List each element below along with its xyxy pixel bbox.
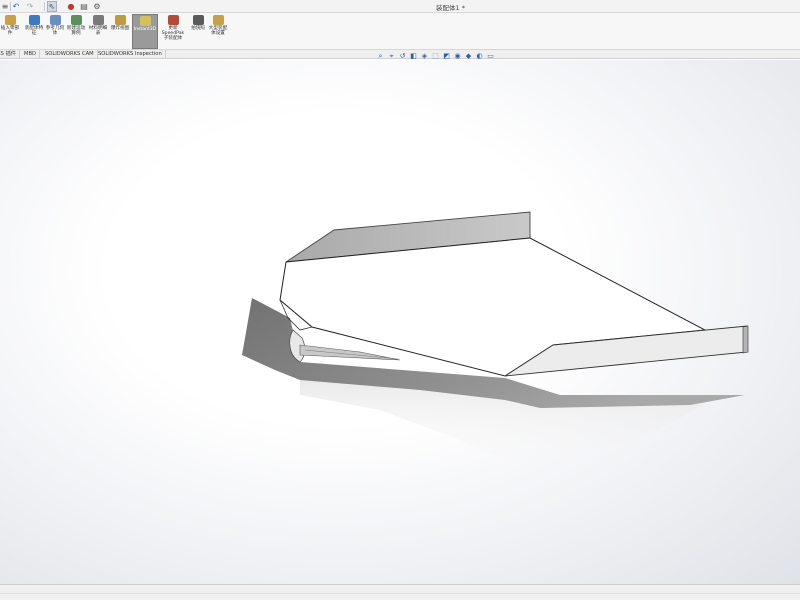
tab-plugins[interactable]: SOLIDWORKS 插件 (0, 50, 20, 59)
status-divider (0, 593, 800, 594)
bill-of-materials-button[interactable]: 材料明细表 (88, 14, 108, 49)
apply-scene-icon[interactable]: ◐ (475, 52, 484, 61)
view-settings-icon[interactable]: ▭ (486, 52, 495, 61)
instant3d-button[interactable]: Instant3D (132, 14, 158, 49)
heads-up-view-toolbar: ⌕ ⌖ ↺ ◧ ◈ ⬚ ◩ ◉ ◆ ◐ ▭ (376, 52, 495, 62)
graphics-area[interactable] (0, 60, 800, 584)
previous-view-icon[interactable]: ↺ (398, 52, 407, 61)
document-title: 装配体1 * (436, 4, 465, 12)
view-orientation-icon[interactable]: ⬚ (431, 52, 440, 61)
section-view-icon[interactable]: ◧ (409, 52, 418, 61)
motion-study-icon (70, 15, 82, 25)
large-assembly-button[interactable]: 大型装配体设置 (208, 14, 228, 49)
insert-components-button[interactable]: 插入零部件 (0, 14, 20, 49)
exploded-view-button[interactable]: 爆炸视图 (110, 14, 130, 49)
mate-icon (28, 15, 40, 25)
tab-mbd[interactable]: MBD (21, 50, 41, 59)
edit-appearance-icon[interactable]: ◆ (464, 52, 473, 61)
toolbar-divider (10, 2, 11, 11)
status-bar (0, 584, 800, 600)
exploded-view-icon (114, 15, 126, 25)
dynamic-annotation-icon[interactable]: ◈ (420, 52, 429, 61)
instant3d-icon (139, 16, 151, 26)
undo-icon[interactable]: ↶ (12, 1, 20, 12)
tab-inspection[interactable]: SOLIDWORKS Inspection (95, 50, 166, 59)
new-motion-study-button[interactable]: 新建运动算例 (66, 14, 86, 49)
toolbar-divider (44, 2, 45, 11)
rebuild-icon[interactable]: ● (67, 1, 75, 12)
take-snapshot-button[interactable]: 拍快照 (188, 14, 208, 49)
reference-geometry-button[interactable]: 参考几何体 (45, 14, 65, 49)
right-wall-edge (742, 325, 749, 354)
hide-show-icon[interactable]: ◉ (453, 52, 462, 61)
command-manager: 插入零部件 装配体特征 参考几何体 新建运动算例 材料明细表 爆炸视图 Inst… (0, 13, 800, 50)
bom-icon (92, 15, 104, 25)
snapshot-icon (192, 15, 204, 25)
settings-icon[interactable]: ⚙ (93, 1, 101, 12)
speedpak-icon (167, 15, 179, 25)
display-style-icon[interactable]: ◩ (442, 52, 451, 61)
update-speedpak-button[interactable]: 更新 SpeedPak 子装配体 (161, 14, 185, 49)
tab-cam[interactable]: SOLIDWORKS CAM (42, 50, 98, 59)
zoom-to-fit-icon[interactable]: ⌕ (376, 52, 385, 61)
redo-icon[interactable]: ↷ (26, 1, 34, 12)
mate-button[interactable]: 装配体特征 (24, 14, 44, 49)
title-bar: ≡ ↶ ↷ ⇖ ● ▤ ⚙ 装配体1 * (0, 0, 800, 13)
reference-geometry-icon (49, 15, 61, 25)
large-assembly-icon (212, 15, 224, 25)
zoom-to-area-icon[interactable]: ⌖ (387, 52, 396, 61)
options-icon[interactable]: ≡ (1, 1, 9, 12)
select-icon[interactable]: ⇖ (47, 1, 57, 12)
model-view (242, 211, 749, 470)
file-properties-icon[interactable]: ▤ (80, 1, 88, 12)
insert-components-icon (4, 15, 16, 25)
